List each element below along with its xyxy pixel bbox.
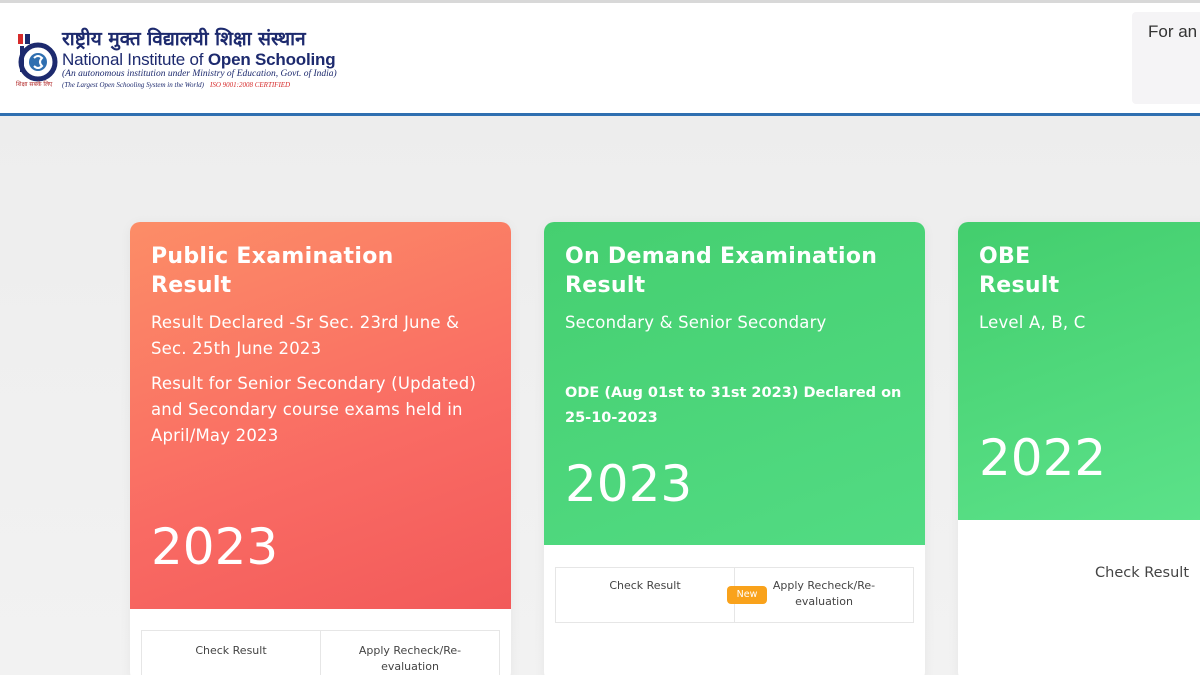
card-actions: Check Result Apply Recheck/Re-evaluation… bbox=[555, 567, 914, 623]
result-card-public-exam: Public Examination Result Result Declare… bbox=[130, 222, 511, 675]
logo-english-bold: Open Schooling bbox=[207, 50, 336, 69]
card-header: Public Examination Result Result Declare… bbox=[130, 222, 511, 609]
card-actions: Check Result Apply Recheck/Re-evaluation bbox=[141, 630, 500, 675]
iso-certification: ISO 9001:2008 CERTIFIED bbox=[210, 81, 291, 89]
logo-text-block: राष्ट्रीय मुक्त विद्यालयी शिक्षा संस्थान… bbox=[62, 28, 362, 90]
card-description: Level A, B, C bbox=[979, 313, 1086, 332]
card-year: 2022 bbox=[979, 429, 1107, 487]
header-top-line bbox=[0, 0, 1200, 3]
card-description: Result Declared -Sr Sec. 23rd June & Sec… bbox=[151, 313, 460, 358]
card-header: OBE Result Level A, B, C 2022 bbox=[958, 222, 1200, 520]
check-result-button[interactable]: Check Result bbox=[142, 631, 320, 675]
logo-subtitle: (An autonomous institution under Ministr… bbox=[62, 69, 337, 79]
result-card-obe: OBE Result Level A, B, C 2022 Check Resu… bbox=[958, 222, 1200, 675]
card-year: 2023 bbox=[151, 518, 279, 576]
card-title: OBE Result bbox=[979, 242, 1197, 300]
card-header: On Demand Examination Result Secondary &… bbox=[544, 222, 925, 545]
card-declaration-note: ODE (Aug 01st to 31st 2023) Declared on … bbox=[565, 385, 902, 426]
card-title-line1: Public Examination bbox=[151, 244, 394, 269]
card-title-line2: Result bbox=[151, 273, 232, 298]
card-title: On Demand Examination Result bbox=[565, 242, 904, 300]
card-description-secondary: Result for Senior Secondary (Updated) an… bbox=[151, 374, 477, 445]
card-title-line2: Result bbox=[979, 273, 1060, 298]
logo-tagline-text: (The Largest Open Schooling System in th… bbox=[62, 81, 204, 89]
logo-english-name: National Institute of Open Schooling bbox=[62, 50, 362, 69]
header-right-text: For an bbox=[1148, 22, 1198, 41]
logo-hindi-name: राष्ट्रीय मुक्त विद्यालयी शिक्षा संस्थान bbox=[62, 28, 306, 50]
card-title-line1: On Demand Examination bbox=[565, 244, 878, 269]
check-result-button[interactable]: Check Result bbox=[1095, 565, 1189, 581]
card-title-line2: Result bbox=[565, 273, 646, 298]
site-header: शिक्षा सबके लिए राष्ट्रीय मुक्त विद्यालय… bbox=[0, 0, 1200, 116]
card-title: Public Examination Result bbox=[151, 242, 490, 300]
check-result-button[interactable]: Check Result bbox=[556, 568, 734, 622]
card-year: 2023 bbox=[565, 455, 693, 513]
nios-logo[interactable]: शिक्षा सबके लिए राष्ट्रीय मुक्त विद्यालय… bbox=[16, 28, 361, 92]
apply-recheck-button[interactable]: Apply Recheck/Re-evaluation bbox=[320, 631, 499, 675]
logo-english-prefix: National Institute of bbox=[62, 50, 208, 69]
new-badge: New bbox=[727, 586, 767, 604]
card-description: Secondary & Senior Secondary bbox=[565, 313, 827, 332]
logo-tagline: (The Largest Open Schooling System in th… bbox=[62, 80, 362, 90]
result-card-on-demand-exam: On Demand Examination Result Secondary &… bbox=[544, 222, 925, 675]
header-right-link[interactable]: For an bbox=[1132, 12, 1200, 104]
emblem-caption: शिक्षा सबके लिए bbox=[16, 81, 53, 88]
card-title-line1: OBE bbox=[979, 244, 1031, 269]
